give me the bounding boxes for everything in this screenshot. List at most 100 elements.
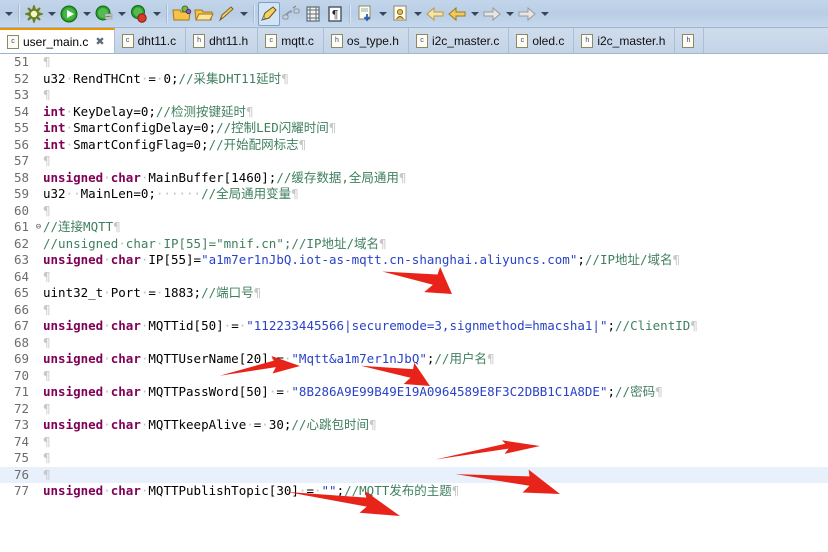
code-line[interactable]: 64 ¶ — [0, 269, 828, 286]
code-line[interactable]: 54 int·KeyDelay=0;//检测按键延时¶ — [0, 104, 828, 121]
code-line[interactable]: 56 int·SmartConfigFlag=0;//开始配网标志¶ — [0, 137, 828, 154]
token-pil: ¶ — [43, 202, 51, 218]
tab-dht11-c[interactable]: c dht11.c — [115, 28, 187, 53]
c-file-icon: c — [7, 34, 19, 49]
line-number: 62 — [13, 235, 29, 251]
tab-label: mqtt.c — [281, 33, 314, 48]
token-pil: ¶ — [43, 268, 51, 284]
code-line[interactable]: 57 ¶ — [0, 153, 828, 170]
token-pil: ¶ — [655, 384, 663, 399]
dropdown-arrow-2[interactable] — [45, 2, 58, 26]
code-editor[interactable]: 51 ¶ 52 u32·RendTHCnt·=·0;//采集DHT11延时¶ 53 ¶ 54… — [0, 54, 828, 552]
tab-oled-c[interactable]: c oled.c — [509, 28, 575, 53]
code-line[interactable]: 71 unsigned·char·MQTTPassWord[50]·=·"8B28… — [0, 384, 828, 401]
link-broken-icon[interactable] — [280, 2, 302, 26]
debug-icon[interactable] — [93, 2, 115, 26]
dropdown-arrow-9[interactable] — [468, 2, 481, 26]
code-line[interactable]: 72 ¶ — [0, 401, 828, 418]
tab-os-type-h[interactable]: h os_type.h — [324, 28, 409, 53]
pilcrow-icon[interactable]: ¶ — [324, 2, 346, 26]
tab-user-main-c[interactable]: c user_main.c ✖ — [0, 28, 115, 53]
token-pln: Port — [110, 285, 141, 300]
tab-dht11-h[interactable]: h dht11.h — [186, 28, 259, 53]
dropdown-arrow-3[interactable] — [80, 2, 93, 26]
code-text: ¶ — [43, 401, 828, 418]
code-line[interactable]: 75 ¶ — [0, 450, 828, 467]
token-num: 0; — [163, 70, 179, 86]
back-yellow-icon[interactable] — [424, 2, 446, 26]
token-pln: MQTTid[50] — [148, 318, 224, 333]
token-pln: MQTTkeepAlive — [148, 417, 247, 432]
token-pln: = — [306, 483, 314, 498]
dropdown-arrow-4[interactable] — [115, 2, 128, 26]
token-pil: ¶ — [690, 318, 698, 333]
token-pln: ; — [607, 318, 616, 333]
table-icon[interactable] — [302, 2, 324, 26]
code-line[interactable]: 58 unsigned·char·MainBuffer[1460];//缓存数据,… — [0, 170, 828, 187]
code-line[interactable]: 68 ¶ — [0, 335, 828, 352]
profile-icon[interactable] — [128, 2, 150, 26]
tab-i2c-master-c[interactable]: c i2c_master.c — [409, 28, 510, 53]
code-line[interactable]: 62 //unsigned·char·IP[55]="mnif.cn";//IP地… — [0, 236, 828, 253]
save-down-icon[interactable] — [354, 2, 376, 26]
fold-marker[interactable]: ⊖ — [34, 219, 43, 236]
tab-i2c-master-h[interactable]: h i2c_master.h — [574, 28, 676, 53]
code-line[interactable]: 67 unsigned·char·MQTTid[50]·=·"1122334455… — [0, 318, 828, 335]
highlight-pen-icon[interactable] — [258, 1, 280, 26]
token-pln: RendTHCnt — [73, 70, 141, 86]
token-dot: · — [313, 483, 322, 498]
run-icon[interactable] — [58, 2, 80, 26]
h-file-icon: h — [330, 33, 343, 48]
dropdown-arrow-1[interactable] — [2, 2, 15, 26]
token-num: 1883; — [163, 285, 202, 300]
dropdown-arrow-11[interactable] — [538, 2, 551, 26]
code-line[interactable]: 52 u32·RendTHCnt·=·0;//采集DHT11延时¶ — [0, 71, 828, 88]
token-pln: MQTTPassWord[50] — [148, 384, 269, 399]
code-content[interactable]: 51 ¶ 52 u32·RendTHCnt·=·0;//采集DHT11延时¶ 53 ¶ 54… — [0, 54, 828, 500]
code-line[interactable]: 74 ¶ — [0, 434, 828, 451]
code-line[interactable]: 77 unsigned·char·MQTTPublishTopic[30]·=·"… — [0, 483, 828, 500]
code-line[interactable]: 60 ¶ — [0, 203, 828, 220]
code-line[interactable]: 70 ¶ — [0, 368, 828, 385]
code-line[interactable]: 69 unsigned·char·MQTTUserName[20]·=·"Mqtt… — [0, 351, 828, 368]
code-line[interactable]: 66 ¶ — [0, 302, 828, 319]
dropdown-arrow-6[interactable] — [237, 2, 250, 26]
line-number: 70 — [13, 367, 29, 383]
code-line[interactable]: 55 int·SmartConfigDelay=0;//控制LED闪耀时间¶ — [0, 120, 828, 137]
token-pil: ¶ — [43, 466, 51, 482]
open-folder-2-icon[interactable] — [193, 2, 215, 26]
code-line[interactable]: 51 ¶ — [0, 54, 828, 71]
token-kw: unsigned — [43, 384, 104, 399]
token-pln: = — [276, 351, 284, 366]
build-all-icon[interactable] — [23, 2, 45, 26]
code-line[interactable]: 53 ¶ — [0, 87, 828, 104]
back-icon[interactable] — [446, 2, 468, 26]
code-text: ¶ — [43, 269, 828, 286]
forward-2-icon[interactable] — [516, 2, 538, 26]
tab-overflow[interactable]: h — [675, 28, 705, 53]
code-line[interactable]: 76 ¶ — [0, 466, 828, 483]
code-line[interactable]: 59 u32··MainLen=0;······//全局通用变量¶ — [0, 186, 828, 203]
tab-mqtt-c[interactable]: c mqtt.c — [258, 28, 324, 53]
code-line[interactable]: 65 uint32_t·Port·=·1883;//端口号¶ — [0, 285, 828, 302]
dropdown-arrow-7[interactable] — [376, 2, 389, 26]
person-doc-icon[interactable] — [389, 2, 411, 26]
forward-icon[interactable] — [481, 2, 503, 26]
line-number: 72 — [13, 400, 29, 416]
line-number: 66 — [13, 301, 29, 317]
chevron-down-icon — [413, 11, 422, 16]
token-cmt: //用户名 — [434, 351, 487, 366]
token-pln: ; — [577, 252, 585, 267]
open-folder-icon[interactable] — [171, 2, 193, 26]
code-line[interactable]: 63 unsigned·char·IP[55]="a1m7er1nJbQ.iot-… — [0, 252, 828, 269]
dropdown-arrow-8[interactable] — [411, 2, 424, 26]
dropdown-arrow-10[interactable] — [503, 2, 516, 26]
token-pil: ¶ — [368, 417, 377, 432]
code-line[interactable]: 73 unsigned·char·MQTTkeepAlive·=·30;//心跳包… — [0, 417, 828, 434]
close-icon[interactable]: ✖ — [95, 35, 104, 48]
dropdown-arrow-5[interactable] — [150, 2, 163, 26]
c-file-icon: c — [516, 33, 529, 48]
code-line[interactable]: 61 ⊖//连接MQTT¶ — [0, 219, 828, 236]
line-number: 73 — [13, 417, 29, 432]
pencil-icon[interactable] — [215, 2, 237, 26]
